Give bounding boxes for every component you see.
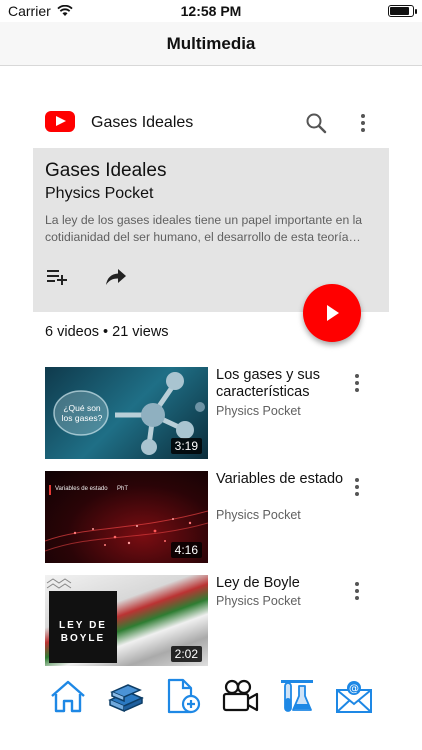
thumbnail-caption: Variables de estado — [55, 486, 108, 492]
video-thumbnail[interactable]: Variables de estado PhT 4:16 — [45, 471, 208, 563]
page-title: Multimedia — [166, 34, 256, 53]
video-channel[interactable]: Physics Pocket — [216, 594, 301, 608]
video-channel[interactable]: Physics Pocket — [216, 508, 301, 522]
tab-bar: @ — [0, 666, 422, 750]
video-title[interactable]: Los gases y sus características — [216, 367, 356, 401]
video-duration: 3:19 — [170, 438, 202, 454]
video-camera-icon[interactable] — [220, 678, 260, 714]
youtube-playlist-embed: Gases Ideales Gases Ideales Physics Pock… — [0, 66, 422, 667]
thumbnail-caption: LEY DE BOYLE — [59, 620, 107, 644]
status-bar: Carrier 12:58 PM — [0, 0, 422, 22]
navigation-bar: Multimedia — [0, 22, 422, 66]
share-icon[interactable] — [105, 266, 127, 286]
svg-text:@: @ — [349, 684, 359, 695]
video-more-icon[interactable] — [352, 476, 362, 498]
video-duration: 2:02 — [170, 646, 202, 662]
video-duration: 4:16 — [170, 542, 202, 558]
video-title[interactable]: Variables de estado — [216, 471, 356, 488]
lab-icon[interactable] — [277, 678, 317, 714]
playlist-meta: 6 videos • 21 views — [45, 324, 169, 340]
youtube-header-title[interactable]: Gases Ideales — [91, 114, 193, 132]
home-icon[interactable] — [48, 678, 88, 714]
youtube-logo-icon[interactable] — [45, 111, 75, 132]
video-item[interactable]: Variables de estado PhT 4:16 Variables d… — [45, 471, 390, 563]
playlist-title[interactable]: Gases Ideales — [45, 160, 166, 182]
video-more-icon[interactable] — [352, 580, 362, 602]
play-all-button[interactable] — [303, 284, 361, 342]
battery-icon — [388, 5, 417, 17]
video-item[interactable]: ¿Qué son los gases? 3:19 Los gases y sus… — [45, 367, 390, 459]
add-to-queue-icon[interactable] — [46, 267, 70, 287]
thumbnail-caption: ¿Qué son los gases? — [61, 403, 103, 423]
clock: 12:58 PM — [180, 3, 242, 19]
video-item[interactable]: LEY DE BOYLE 2:02 Ley de Boyle Physics P… — [45, 575, 390, 667]
video-thumbnail[interactable]: ¿Qué son los gases? 3:19 — [45, 367, 208, 459]
email-icon[interactable]: @ — [334, 678, 374, 714]
video-title[interactable]: Ley de Boyle — [216, 575, 356, 592]
more-options-icon[interactable] — [355, 112, 371, 134]
video-thumbnail[interactable]: LEY DE BOYLE 2:02 — [45, 575, 208, 667]
search-icon[interactable] — [305, 112, 327, 134]
playlist-channel[interactable]: Physics Pocket — [45, 185, 153, 203]
playlist-description: La ley de los gases ideales tiene un pap… — [45, 213, 363, 244]
youtube-header: Gases Ideales — [33, 102, 389, 148]
video-more-icon[interactable] — [352, 372, 362, 394]
add-document-icon[interactable] — [163, 678, 203, 714]
thumbnail-brand: PhT — [117, 486, 129, 492]
books-icon[interactable] — [106, 678, 146, 714]
video-channel[interactable]: Physics Pocket — [216, 404, 301, 418]
